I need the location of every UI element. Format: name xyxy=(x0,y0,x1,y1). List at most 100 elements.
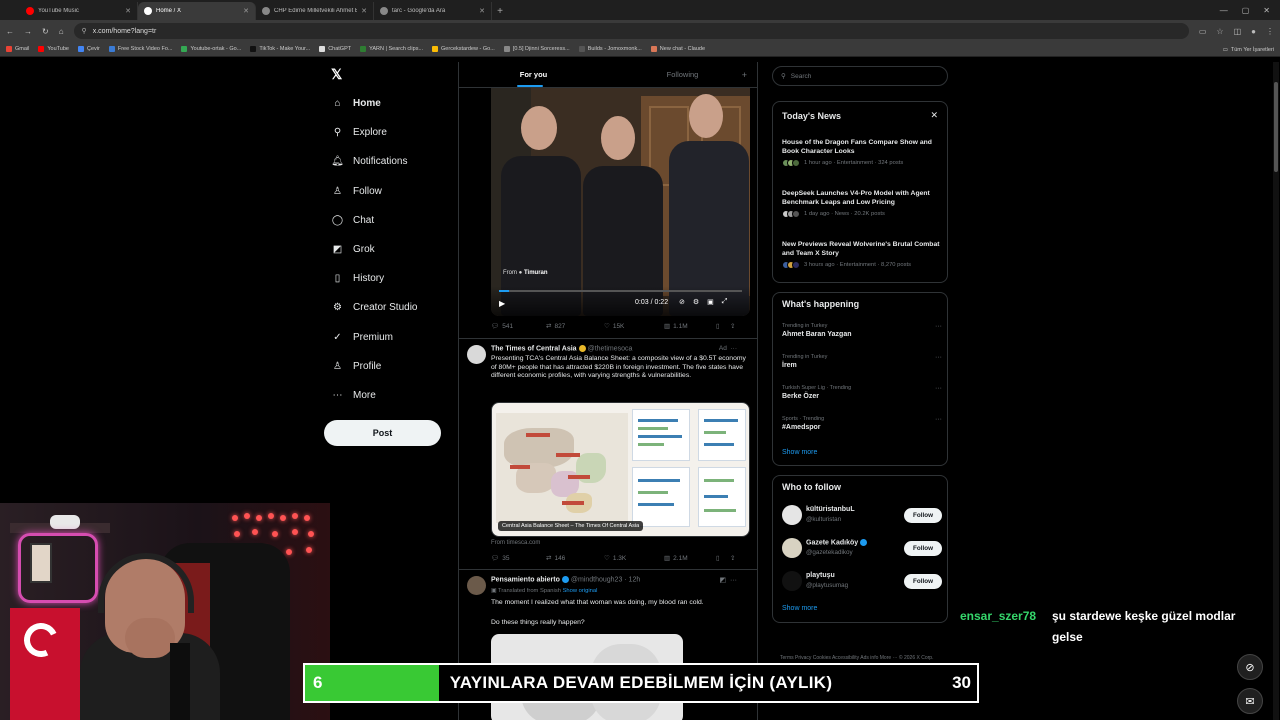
video-player[interactable]: From ● Timuran ▶ 0:03 / 0:22 ⊘ ⚙ ▣ ⤢ xyxy=(491,86,750,316)
browser-tab[interactable]: CHP Edirne Milletvekili Ahmet Baran... ✕ xyxy=(256,2,374,20)
nav-item-history[interactable]: ▯ History xyxy=(331,272,384,285)
follow-suggestion[interactable]: kültüristanbuL @kulturistan Follow xyxy=(782,505,942,527)
reply-button[interactable]: 💬︎ 35 xyxy=(491,554,546,563)
site-info-icon[interactable]: ⚲ xyxy=(82,27,87,35)
more-options-icon[interactable]: ··· xyxy=(935,385,942,392)
show-more-link[interactable]: Show more xyxy=(782,605,817,612)
avatar[interactable] xyxy=(467,576,486,595)
bookmark-item[interactable]: YouTube xyxy=(38,46,69,52)
nav-item-creator-studio[interactable]: ⚙ Creator Studio xyxy=(331,301,417,314)
pip-icon[interactable]: ▣ xyxy=(707,298,714,306)
url-input[interactable]: ⚲ x.com/home?lang=tr xyxy=(73,23,1189,39)
show-original-link[interactable]: Show original xyxy=(563,588,598,594)
avatar[interactable] xyxy=(782,571,802,591)
browser-tab[interactable]: tarc - Google'da Ara ✕ xyxy=(374,2,492,20)
extensions-icon[interactable]: ◫ xyxy=(1234,27,1242,36)
follow-button[interactable]: Follow xyxy=(904,574,942,589)
link-source[interactable]: From timesca.com xyxy=(491,540,540,546)
bookmark-item[interactable]: New chat - Claude xyxy=(650,46,705,52)
browser-tab[interactable]: Home / X ✕ xyxy=(138,2,256,20)
nav-item-more[interactable]: ⋯ More xyxy=(331,389,376,402)
avatar[interactable] xyxy=(467,345,486,364)
bookmark-item[interactable]: Free Stock Video Fo... xyxy=(108,46,172,52)
x-logo-icon[interactable]: 𝕏 xyxy=(331,66,342,83)
close-tab-icon[interactable]: ✕ xyxy=(125,7,131,15)
share-icon[interactable]: ⇪ xyxy=(730,322,735,330)
trend-item[interactable]: Trending in Turkey Ahmet Baran Yazgan ··· xyxy=(782,323,942,338)
close-tab-icon[interactable]: ✕ xyxy=(479,7,485,15)
nav-item-home[interactable]: ⌂ Home xyxy=(331,97,380,110)
nav-item-explore[interactable]: ⚲ Explore xyxy=(331,126,387,139)
follow-button[interactable]: Follow xyxy=(904,508,942,523)
back-icon[interactable]: ← xyxy=(6,27,14,36)
bookmark-item[interactable]: Builds - Jomoxmonk... xyxy=(578,46,642,52)
news-item[interactable]: House of the Dragon Fans Compare Show an… xyxy=(782,138,942,167)
nav-item-follow[interactable]: ♙ Follow xyxy=(331,185,382,198)
maximize-icon[interactable]: ▢ xyxy=(1242,6,1250,15)
follow-suggestion[interactable]: playtuşu @playtusumag Follow xyxy=(782,571,942,593)
more-options-icon[interactable]: ··· xyxy=(731,345,738,352)
trend-item[interactable]: Trending in Turkey İrem ··· xyxy=(782,354,942,369)
nav-item-grok[interactable]: ◩ Grok xyxy=(331,243,375,256)
close-tab-icon[interactable]: ✕ xyxy=(243,7,249,15)
reply-button[interactable]: 💬︎ 541 xyxy=(491,322,546,331)
bookmark-item[interactable]: YARN | Search clips... xyxy=(360,46,423,52)
grok-fab-icon[interactable]: ⊘ xyxy=(1237,654,1263,680)
post-author[interactable]: Pensamiento abierto @mindthough23 · 12h xyxy=(491,576,640,583)
link-card-image[interactable]: Central Asia Balance Sheet – The Times O… xyxy=(491,402,750,537)
menu-icon[interactable]: ⋮ xyxy=(1266,27,1274,36)
bookmark-item[interactable]: Gercekstardew - Go... xyxy=(432,46,495,52)
bookmark-item[interactable]: Gmail xyxy=(6,46,29,52)
home-browser-icon[interactable]: ⌂ xyxy=(59,27,64,36)
follow-button[interactable]: Follow xyxy=(904,541,942,556)
cast-icon[interactable]: ▭ xyxy=(1199,27,1207,36)
tab-for-you[interactable]: For you xyxy=(459,62,608,87)
like-button[interactable]: ♡ 1.3K xyxy=(604,554,664,563)
news-item[interactable]: DeepSeek Launches V4-Pro Model with Agen… xyxy=(782,189,942,218)
news-item[interactable]: New Previews Reveal Wolverine's Brutal C… xyxy=(782,240,942,269)
messages-fab-icon[interactable]: ✉ xyxy=(1237,688,1263,714)
search-input[interactable]: ⚲ Search xyxy=(772,66,948,86)
reload-icon[interactable]: ↻ xyxy=(42,27,49,36)
star-icon[interactable]: ☆ xyxy=(1216,27,1223,36)
close-icon[interactable]: ✕ xyxy=(930,110,938,121)
more-options-icon[interactable]: ··· xyxy=(935,416,942,423)
show-more-link[interactable]: Show more xyxy=(782,449,817,456)
post-author[interactable]: The Times of Central Asia @thetimesoca xyxy=(491,345,632,352)
forward-icon[interactable]: → xyxy=(24,27,32,36)
more-options-icon[interactable]: ··· xyxy=(935,354,942,361)
more-options-icon[interactable]: ··· xyxy=(935,323,942,330)
minimize-icon[interactable]: — xyxy=(1220,6,1228,15)
nav-item-notifications[interactable]: 🔔︎ Notifications xyxy=(331,155,407,168)
more-options-icon[interactable]: ··· xyxy=(730,577,737,584)
share-icon[interactable]: ⇪ xyxy=(730,554,735,562)
repost-button[interactable]: ⇄ 146 xyxy=(546,554,604,563)
nav-item-profile[interactable]: ♙ Profile xyxy=(331,360,381,373)
views-button[interactable]: ▥ 2.1M xyxy=(664,554,716,563)
post-button[interactable]: Post xyxy=(324,420,441,446)
nav-item-chat[interactable]: ◯ Chat xyxy=(331,214,374,227)
video-progress-bar[interactable] xyxy=(499,290,742,292)
tab-following[interactable]: Following xyxy=(608,62,757,87)
add-feed-icon[interactable]: + xyxy=(742,70,747,80)
nav-item-premium[interactable]: ✓ Premium xyxy=(331,331,393,344)
bookmark-icon[interactable]: ▯ xyxy=(716,322,730,330)
footer-links[interactable]: Terms Privacy Cookies Accessibility Ads … xyxy=(780,654,950,663)
page-scrollbar[interactable] xyxy=(1273,62,1279,720)
fullscreen-icon[interactable]: ⤢ xyxy=(722,298,728,306)
browser-tab[interactable]: YouTube Music ✕ xyxy=(20,2,138,20)
bookmark-item[interactable]: Youtube-ortak - Go... xyxy=(181,46,241,52)
avatar[interactable] xyxy=(782,538,802,558)
all-bookmarks[interactable]: ▭ Tüm Yer İşaretleri xyxy=(1223,42,1274,57)
settings-icon[interactable]: ⚙ xyxy=(693,298,699,306)
follow-suggestion[interactable]: Gazete Kadıköy @gazetekadikoy Follow xyxy=(782,538,942,560)
bookmark-item[interactable]: ChatGPT xyxy=(319,46,351,52)
close-window-icon[interactable]: ✕ xyxy=(1263,6,1270,15)
new-tab-button[interactable]: + xyxy=(492,2,508,20)
repost-button[interactable]: ⇄ 827 xyxy=(546,322,604,331)
trend-item[interactable]: Turkish Super Lig · Trending Berke Özer ··… xyxy=(782,385,942,400)
like-button[interactable]: ♡ 15K xyxy=(604,322,664,331)
avatar[interactable] xyxy=(782,505,802,525)
bookmark-item[interactable]: Çevir xyxy=(78,46,100,52)
bookmark-icon[interactable]: ▯ xyxy=(716,554,730,562)
